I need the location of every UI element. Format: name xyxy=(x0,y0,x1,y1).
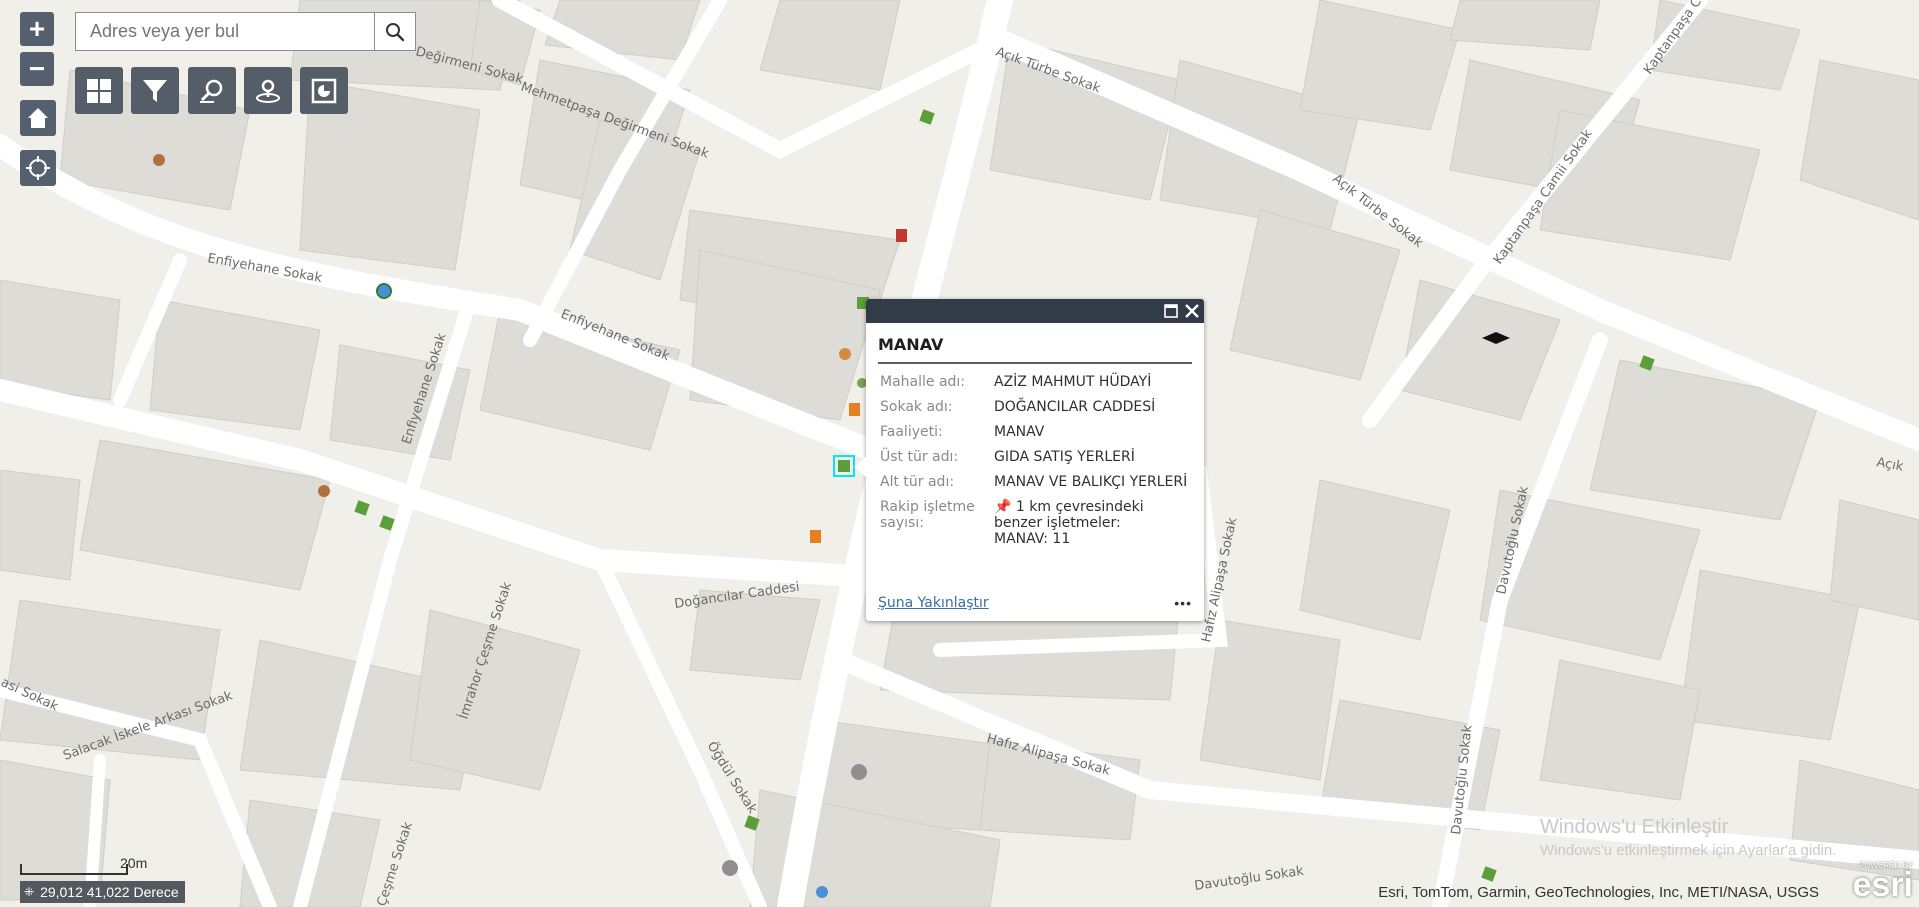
poi-marker-shop xyxy=(849,403,860,416)
attribute-label: Üst tür adı: xyxy=(880,449,959,465)
attribute-row: Alt tür adı: MANAV VE BALIKÇI YERLERİ xyxy=(880,474,1194,490)
search-icon xyxy=(386,22,405,41)
coordinate-icon: ⁜ xyxy=(24,885,35,899)
search-input[interactable] xyxy=(76,13,374,50)
coordinate-readout: 29,012 41,022 Derece xyxy=(40,884,179,900)
competitor-summary: 1 km çevresindeki benzer işletmeler: xyxy=(994,499,1144,531)
poi-marker-shop xyxy=(810,530,821,543)
filter-button[interactable] xyxy=(131,67,179,114)
popup-footer: Şuna Yakınlaştır ••• xyxy=(878,595,1192,611)
attribute-label: Mahalle adı: xyxy=(880,374,966,390)
home-icon xyxy=(28,108,48,128)
near-me-button[interactable] xyxy=(244,67,292,114)
attribute-value: GIDA SATIŞ YERLERİ xyxy=(994,449,1135,465)
poi-marker-bakery xyxy=(839,348,851,360)
attribute-row: Mahalle adı: AZİZ MAHMUT HÜDAYİ xyxy=(880,374,1194,390)
attribute-value: MANAV xyxy=(994,424,1045,440)
scale-label: 20m xyxy=(120,855,148,871)
poi-marker-gray xyxy=(722,860,738,876)
scale-bar xyxy=(20,864,128,875)
attribute-value: DOĞANCILAR CADDESİ xyxy=(994,399,1156,415)
grid-icon xyxy=(87,78,111,103)
query-button[interactable] xyxy=(188,67,236,114)
attribution: Esri, TomTom, Garmin, GeoTechnologies, I… xyxy=(1378,884,1819,901)
attribute-label: Sokak adı: xyxy=(880,399,953,415)
maximize-icon xyxy=(1164,304,1178,318)
esri-logo: POWERED BY esri xyxy=(1841,861,1914,904)
maximize-button[interactable] xyxy=(1164,304,1178,318)
attribute-label: Alt tür adı: xyxy=(880,474,955,490)
attribute-value: AZİZ MAHMUT HÜDAYİ xyxy=(994,374,1152,390)
competitor-count: MANAV: 11 xyxy=(994,531,1071,547)
search-button[interactable] xyxy=(374,13,415,50)
close-button[interactable] xyxy=(1184,303,1200,319)
filter-icon xyxy=(143,79,167,102)
attribute-label: Faaliyeti: xyxy=(880,424,943,440)
report-icon xyxy=(311,78,337,103)
attribute-label: Rakip işletme sayısı: xyxy=(880,499,975,531)
crosshair-icon xyxy=(26,156,50,180)
attribute-table: Mahalle adı: AZİZ MAHMUT HÜDAYİ Sokak ad… xyxy=(880,374,1194,547)
popup-header xyxy=(866,299,1204,323)
query-icon xyxy=(200,79,223,103)
poi-marker-food xyxy=(318,485,330,497)
widget-gallery-button[interactable] xyxy=(75,67,123,114)
zoom-out-button[interactable]: − xyxy=(20,52,54,86)
popup-title: MANAV xyxy=(878,335,1192,364)
search-widget xyxy=(75,12,416,51)
poi-marker-globe xyxy=(816,886,828,898)
zoom-to-link[interactable]: Şuna Yakınlaştır xyxy=(878,595,989,611)
infographic-button[interactable] xyxy=(300,67,348,114)
attribute-row: Sokak adı: DOĞANCILAR CADDESİ xyxy=(880,399,1194,415)
attribute-row: Rakip işletme sayısı: 📌 1 km çevresindek… xyxy=(880,499,1194,547)
attribute-value: 📌 1 km çevresindeki benzer işletmeler: M… xyxy=(994,499,1194,547)
feature-popup: MANAV Mahalle adı: AZİZ MAHMUT HÜDAYİ So… xyxy=(866,299,1204,621)
attribute-row: Üst tür adı: GIDA SATIŞ YERLERİ xyxy=(880,449,1194,465)
poi-marker-food xyxy=(153,154,165,166)
coordinate-widget[interactable]: ⁜ 29,012 41,022 Derece xyxy=(20,881,185,903)
pushpin-icon: 📌 xyxy=(994,499,1012,515)
poi-marker-globe xyxy=(376,283,392,299)
poi-marker-shop xyxy=(896,229,907,242)
popup-pointer xyxy=(854,455,868,479)
poi-marker-gray xyxy=(851,764,867,780)
locate-icon xyxy=(256,79,280,103)
zoom-in-button[interactable]: + xyxy=(20,12,54,46)
close-icon xyxy=(1185,304,1199,318)
esri-logo-name: esri xyxy=(1852,866,1914,904)
activation-watermark-text: Windows'u etkinleştirmek için Ayarlar'a … xyxy=(1540,842,1837,859)
attribute-value: MANAV VE BALIKÇI YERLERİ xyxy=(994,474,1188,490)
more-actions-button[interactable]: ••• xyxy=(1174,595,1192,611)
activation-watermark-title: Windows'u Etkinleştir xyxy=(1540,816,1729,838)
home-button[interactable] xyxy=(20,100,56,136)
selected-feature-marker xyxy=(838,460,850,472)
locate-button[interactable] xyxy=(20,150,56,186)
attribute-row: Faaliyeti: MANAV xyxy=(880,424,1194,440)
